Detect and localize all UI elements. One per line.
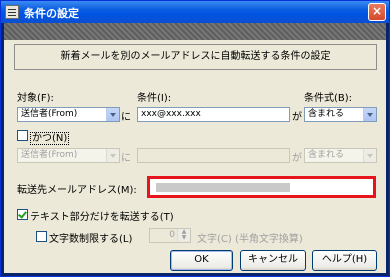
char-limit-value: 0 <box>169 230 175 240</box>
target-select-2-value: 送信者(From) <box>21 150 78 160</box>
target-select[interactable]: 送信者(From) <box>17 107 120 122</box>
ga-label-2: が <box>292 153 302 164</box>
condition-label: 条件(I): <box>137 93 172 104</box>
chevron-down-icon[interactable] <box>363 149 376 162</box>
katsu-label[interactable]: かつ(N) <box>30 129 70 145</box>
char-limit-spinner[interactable]: 0 ▲ ▼ <box>149 228 191 243</box>
formula-select-value: 含まれる <box>308 109 345 119</box>
condition-input[interactable]: xxx@xxx.xxx <box>137 107 290 122</box>
title-bar[interactable]: 条件の設定 × <box>1 1 389 23</box>
close-button[interactable]: × <box>368 3 386 21</box>
dialog-client-area: 新着メールを別のメールアドレスに自動転送する条件の設定 対象(F): 送信者(F… <box>4 23 386 273</box>
forward-address-input[interactable] <box>147 176 376 198</box>
chevron-down-icon[interactable] <box>106 108 119 121</box>
ni-label-2: に <box>121 153 131 164</box>
char-limit-unit-label: 文字(C) (半角文字換算) <box>197 234 303 245</box>
dialog-app-icon <box>5 5 19 19</box>
cancel-button[interactable]: キャンセル <box>240 250 306 271</box>
formula-select[interactable]: 含まれる <box>304 107 377 122</box>
text-only-label[interactable]: テキスト部分だけを転送する(T) <box>30 208 174 223</box>
dialog-window: 条件の設定 × 新着メールを別のメールアドレスに自動転送する条件の設定 対象(F… <box>0 0 390 277</box>
formula-label: 条件式(B): <box>304 93 353 104</box>
target-label: 対象(F): <box>17 93 54 104</box>
header-banner <box>4 23 386 40</box>
text-only-checkbox[interactable] <box>17 209 28 220</box>
window-title: 条件の設定 <box>24 7 79 20</box>
target-select-value: 送信者(From) <box>21 109 78 119</box>
description-text: 新着メールを別のメールアドレスに自動転送する条件の設定 <box>14 44 377 70</box>
katsu-checkbox[interactable] <box>17 130 28 141</box>
ni-label: に <box>121 112 131 123</box>
condition-input-2[interactable] <box>137 148 290 163</box>
char-limit-checkbox[interactable] <box>36 231 47 242</box>
formula-select-2[interactable]: 含まれる <box>304 148 377 163</box>
masked-address-placeholder <box>156 183 290 192</box>
ok-button[interactable]: OK <box>170 250 233 271</box>
target-select-2[interactable]: 送信者(From) <box>17 148 120 163</box>
chevron-down-icon[interactable] <box>363 108 376 121</box>
ga-label: が <box>292 112 302 123</box>
help-button[interactable]: ヘルプ(H) <box>312 250 377 271</box>
forward-address-label: 転送先メールアドレス(M): <box>17 185 137 196</box>
chevron-down-icon[interactable] <box>106 149 119 162</box>
formula-select-2-value: 含まれる <box>308 150 345 160</box>
char-limit-label[interactable]: 文字数制限する(L) <box>49 230 132 245</box>
spin-down-icon[interactable]: ▼ <box>177 235 190 241</box>
